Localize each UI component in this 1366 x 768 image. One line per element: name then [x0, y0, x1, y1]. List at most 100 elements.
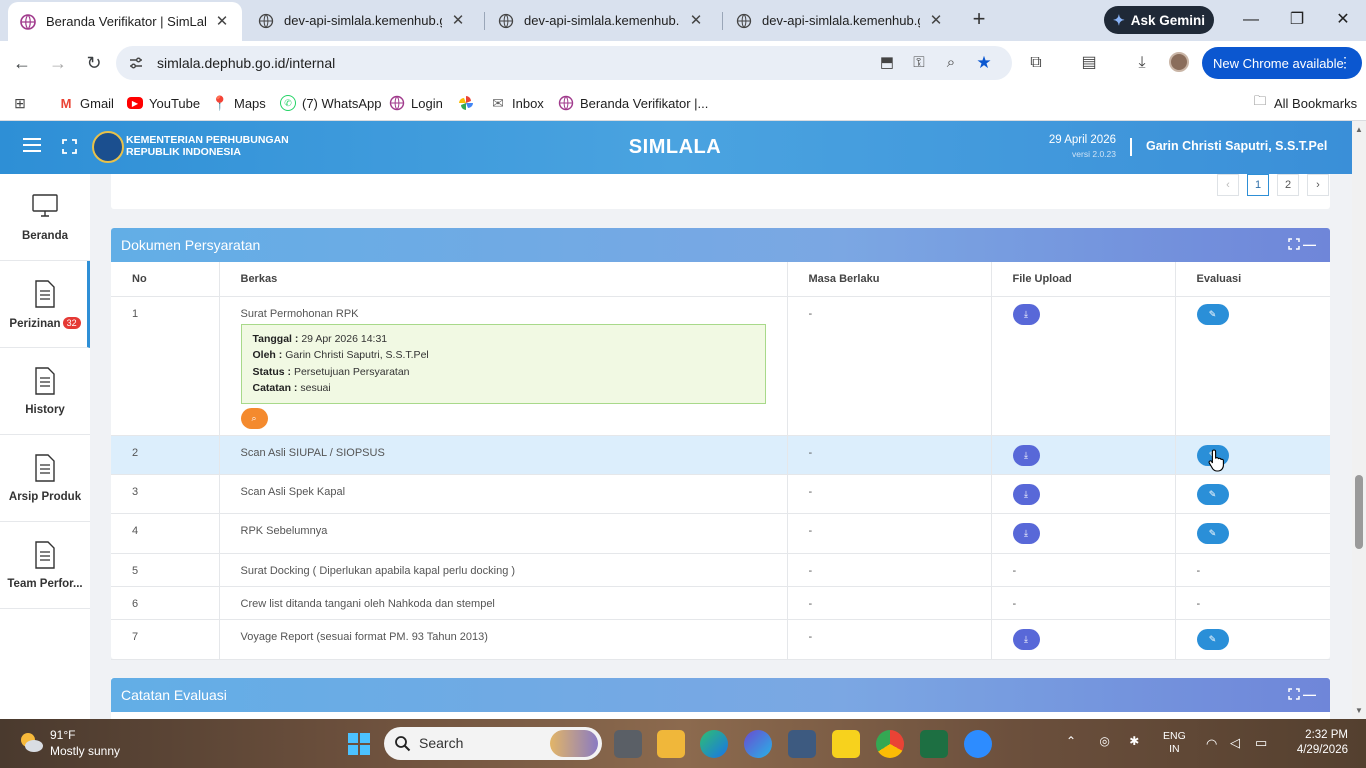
edit-evaluation-button[interactable]: ✎ [1196, 303, 1229, 325]
bookmark-gmail[interactable]: M Gmail [58, 93, 114, 113]
weather-sun-icon[interactable] [18, 729, 44, 755]
apps-grid-icon[interactable]: ⊞ [12, 93, 28, 113]
collapse-card-icon[interactable]: — [1303, 687, 1316, 702]
simlala-favicon-icon [20, 13, 36, 30]
address-bar[interactable]: simlala.dephub.go.id/internal ⬒ ⚿ ⌕ ★ [116, 46, 1012, 80]
close-tab-icon[interactable]: ✕ [928, 12, 944, 29]
new-tab-plus-icon[interactable]: + [968, 8, 990, 31]
bookmark-beranda-verifikator[interactable]: Beranda Verifikator |... [558, 93, 708, 113]
edit-evaluation-button[interactable]: ✎ [1196, 483, 1229, 505]
sidebar-item-history[interactable]: History [0, 348, 90, 435]
close-tab-icon[interactable]: ✕ [214, 13, 230, 30]
bookmark-whatsapp[interactable]: ✆ (7) WhatsApp [280, 93, 381, 113]
evaluasi-cell: - [1174, 553, 1330, 587]
file-upload-cell: ⤓ [990, 513, 1175, 554]
tab-dev-api-2[interactable]: dev-api-simlala.kemenhub.go.id ✕ [486, 0, 716, 41]
sidebar-item-perizinan[interactable]: Perizinan 32 [0, 261, 90, 348]
zoom-detail-button[interactable]: ⌕ [240, 407, 268, 429]
download-icon[interactable]: ⤓ [1132, 53, 1152, 73]
camera-app-icon[interactable] [788, 730, 816, 758]
profile-avatar[interactable] [1169, 52, 1189, 72]
pagination-page-1[interactable]: 1 [1247, 174, 1269, 196]
expand-card-icon[interactable] [1288, 238, 1300, 250]
battery-icon[interactable]: ▭ [1255, 735, 1267, 751]
minimize-window-icon[interactable]: — [1239, 8, 1263, 32]
bookmark-login[interactable]: Login [389, 93, 443, 113]
tab-dev-api-3[interactable]: dev-api-simlala.kemenhub.go.id ✕ [724, 0, 956, 41]
system-clock[interactable]: 2:32 PM 4/29/2026 [1286, 728, 1348, 758]
bookmark-inbox[interactable]: ✉ Inbox [490, 93, 544, 113]
download-button[interactable]: ⤓ [1012, 303, 1040, 325]
collapse-card-icon[interactable]: — [1303, 237, 1316, 252]
edit-evaluation-button[interactable]: ✎ [1196, 628, 1229, 650]
row-number: 3 [111, 474, 219, 514]
reload-icon[interactable]: ↻ [82, 51, 106, 75]
copilot-icon[interactable] [744, 730, 772, 758]
extensions-icon[interactable]: ⧉ [1026, 53, 1046, 73]
edit-evaluation-button[interactable]: ✎ [1196, 522, 1229, 544]
url-text: simlala.dephub.go.id/internal [157, 55, 336, 71]
input-language[interactable]: ENG IN [1163, 730, 1186, 756]
back-arrow-icon[interactable]: ← [10, 51, 34, 75]
taskbar-search[interactable]: Search [384, 727, 602, 760]
bookmark-maps[interactable]: 📍 Maps [211, 93, 266, 113]
volume-icon[interactable]: ◁ [1230, 735, 1240, 751]
all-bookmarks-button[interactable]: 🗀 All Bookmarks [1252, 93, 1357, 113]
sidebar-item-arsip-produk[interactable]: Arsip Produk [0, 435, 90, 522]
pagination-prev[interactable]: ‹ [1217, 174, 1239, 196]
close-tab-icon[interactable]: ✕ [450, 12, 466, 29]
wifi-icon[interactable]: ◠ [1206, 736, 1217, 752]
file-explorer-icon[interactable] [657, 730, 685, 758]
download-button[interactable]: ⤓ [1012, 522, 1040, 544]
user-name[interactable]: Garin Christi Saputri, S.S.T.Pel [1146, 139, 1327, 153]
pagination-next[interactable]: › [1307, 174, 1329, 196]
close-tab-icon[interactable]: ✕ [688, 12, 704, 29]
windows-start-icon[interactable] [347, 732, 371, 756]
tray-app-icon[interactable]: ◎ [1099, 734, 1109, 748]
tray-network-app-icon[interactable]: ✱ [1129, 734, 1139, 748]
install-app-icon[interactable]: ⬒ [878, 54, 896, 72]
task-view-icon[interactable] [614, 730, 642, 758]
download-button[interactable]: ⤓ [1012, 483, 1040, 505]
download-button[interactable]: ⤓ [1012, 628, 1040, 650]
tab-dev-api-1[interactable]: dev-api-simlala.kemenhub.go.id ✕ [246, 0, 478, 41]
maximize-window-icon[interactable]: ❐ [1285, 8, 1309, 32]
tab-beranda-verifikator[interactable]: Beranda Verifikator | SimLala ✕ [8, 2, 242, 41]
sidebar-item-beranda[interactable]: Beranda [0, 174, 90, 261]
scroll-up-icon[interactable]: ▲ [1355, 125, 1363, 134]
column-header: Evaluasi [1174, 262, 1330, 297]
zoom-icon[interactable]: ⌕ [942, 54, 960, 72]
ask-gemini-label: Ask Gemini [1130, 12, 1205, 28]
scroll-down-icon[interactable]: ▼ [1355, 706, 1363, 715]
password-key-icon[interactable]: ⚿ [910, 54, 928, 72]
expand-card-icon[interactable] [1288, 688, 1300, 700]
evaluasi-cell: - [1174, 586, 1330, 620]
download-button[interactable]: ⤓ [1012, 444, 1040, 466]
sidebar-item-team-performance[interactable]: Team Perfor... [0, 522, 90, 609]
tray-chevron-icon[interactable]: ⌃ [1066, 734, 1076, 748]
forward-arrow-icon[interactable]: → [46, 51, 70, 75]
bookmark-youtube[interactable]: ▶ YouTube [127, 93, 200, 113]
fullscreen-icon[interactable] [62, 139, 77, 154]
sticky-notes-icon[interactable] [832, 730, 860, 758]
tab-search-icon[interactable]: ▤ [1079, 53, 1099, 73]
header-divider [1130, 138, 1132, 156]
close-window-icon[interactable]: ✕ [1331, 8, 1355, 32]
more-menu-icon[interactable]: ⋮ [1338, 54, 1352, 71]
chrome-icon[interactable] [876, 730, 904, 758]
edge-browser-icon[interactable] [700, 730, 728, 758]
bookmark-star-icon[interactable]: ★ [975, 54, 993, 72]
sidebar-item-label: Perizinan 32 [0, 317, 90, 330]
page-scrollbar[interactable]: ▲ ▼ [1352, 121, 1366, 719]
site-info-icon[interactable] [128, 55, 144, 71]
excel-icon[interactable] [920, 730, 948, 758]
zoom-app-icon[interactable] [964, 730, 992, 758]
evaluation-info-box: Tanggal : 29 Apr 2026 14:31 Oleh : Garin… [240, 323, 766, 404]
bookmark-pinwheel[interactable] [458, 93, 474, 113]
ask-gemini-button[interactable]: ✦ Ask Gemini [1104, 6, 1214, 34]
pagination-page-2[interactable]: 2 [1277, 174, 1299, 196]
new-chrome-available-button[interactable]: New Chrome available ⋮ [1202, 47, 1362, 79]
scrollbar-thumb[interactable] [1355, 475, 1363, 549]
file-upload-cell: ⤓ [990, 619, 1175, 660]
hamburger-menu-icon[interactable] [23, 138, 41, 154]
